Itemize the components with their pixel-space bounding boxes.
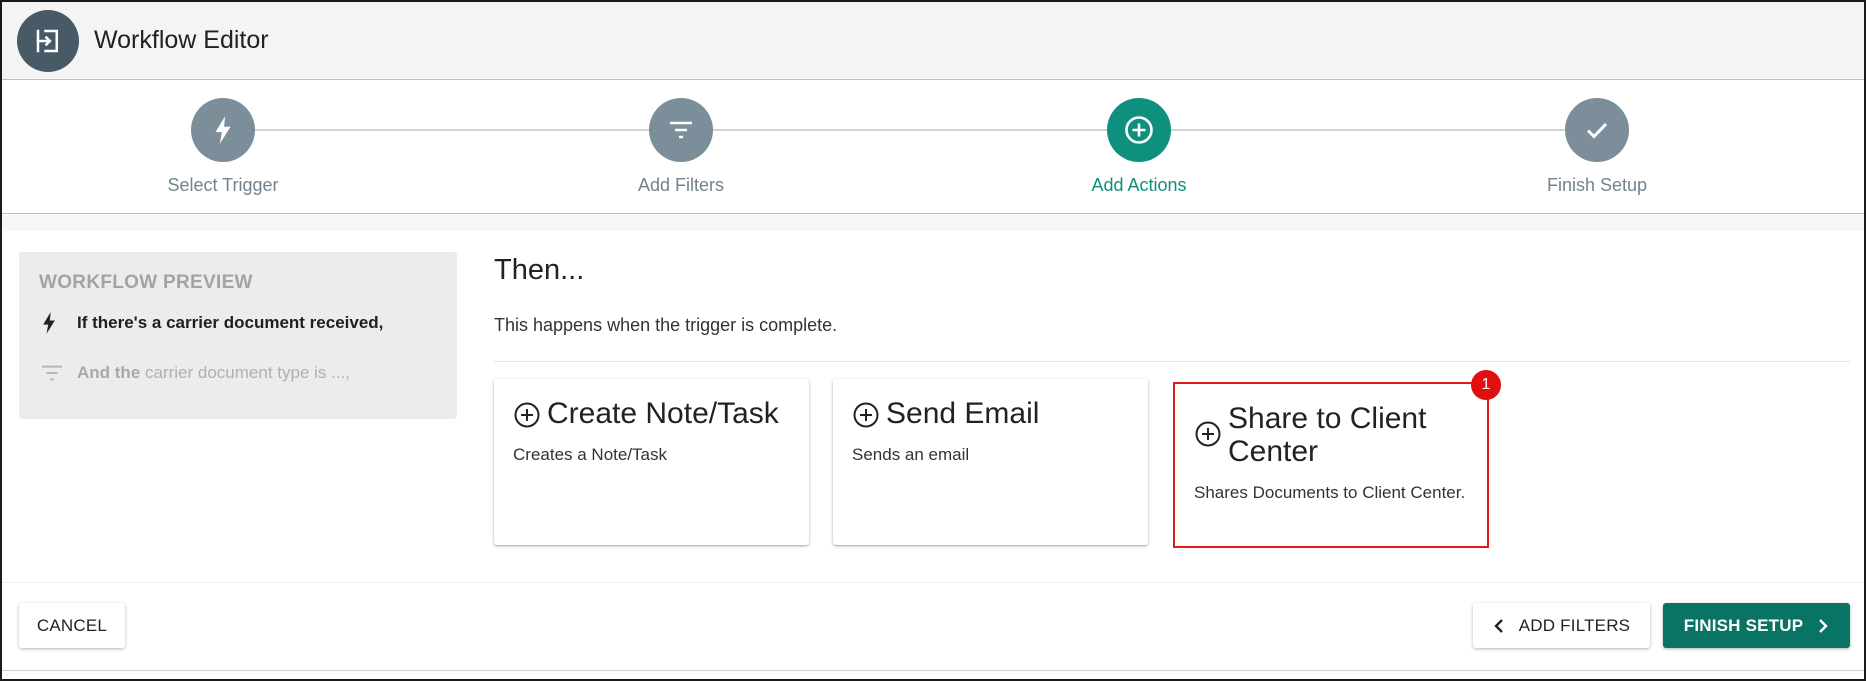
workflow-editor-window: Workflow Editor Select Trigger Add Filte… <box>0 0 1866 681</box>
preview-filter-row: And the carrier document type is ..., <box>39 358 437 388</box>
footer-divider <box>2 582 1864 583</box>
preview-trigger-row: If there's a carrier document received, <box>39 308 437 338</box>
action-card-send-email[interactable]: Send Email Sends an email <box>833 379 1148 545</box>
step-label: Finish Setup <box>1546 175 1648 195</box>
filter-icon <box>39 358 69 388</box>
bolt-icon <box>191 98 255 162</box>
preview-trigger-text: If there's a carrier document received, <box>77 313 384 332</box>
section-subtitle: This happens when the trigger is complet… <box>494 315 838 335</box>
card-description: Sends an email <box>852 445 970 464</box>
step-label: Add Actions <box>1091 175 1187 195</box>
chevron-right-icon <box>1819 618 1828 633</box>
section-spacer <box>2 215 1864 231</box>
step-select-trigger[interactable]: Select Trigger <box>113 98 333 196</box>
card-description: Creates a Note/Task <box>513 445 668 464</box>
add-circle-icon <box>1107 98 1171 162</box>
cancel-button-label: CANCEL <box>36 615 108 635</box>
add-circle-icon <box>853 402 879 428</box>
add-circle-icon <box>1195 421 1221 447</box>
step-add-actions[interactable]: Add Actions <box>1029 98 1249 196</box>
step-label: Add Filters <box>637 175 725 195</box>
cancel-button[interactable]: CANCEL <box>19 603 125 648</box>
back-to-add-filters-button[interactable]: ADD FILTERS <box>1473 603 1650 648</box>
header-bar: Workflow Editor <box>2 2 1864 80</box>
chevron-left-icon <box>1494 618 1503 633</box>
annotation-badge: 1 <box>1471 370 1501 400</box>
workflow-preview-panel: WORKFLOW PREVIEW If there's a carrier do… <box>19 252 457 419</box>
action-card-share-to-client-center[interactable]: Share to Client Center Shares Documents … <box>1173 370 1501 548</box>
check-icon <box>1565 98 1629 162</box>
workflow-stepper: Select Trigger Add Filters Add Actions F… <box>2 80 1864 214</box>
finish-button-label: FINISH SETUP <box>1683 615 1804 635</box>
add-circle-icon <box>514 402 540 428</box>
card-description: Shares Documents to Client Center. <box>1194 483 1466 502</box>
page-title: Workflow Editor <box>94 26 269 54</box>
footer-bottom-border <box>2 670 1864 671</box>
card-title: Create Note/Task <box>547 397 779 430</box>
exit-to-app-icon[interactable] <box>17 9 79 72</box>
preview-filter-text: And the carrier document type is ..., <box>77 363 350 383</box>
card-title: Share to Client Center <box>1228 402 1427 468</box>
bolt-icon <box>39 308 69 338</box>
preview-title: WORKFLOW PREVIEW <box>39 272 253 293</box>
finish-setup-button[interactable]: FINISH SETUP <box>1663 603 1850 648</box>
filter-icon <box>649 98 713 162</box>
stepper-connector-line <box>241 129 1581 131</box>
step-finish-setup[interactable]: Finish Setup <box>1487 98 1707 196</box>
card-title: Send Email <box>886 397 1040 430</box>
action-card-create-note-task[interactable]: Create Note/Task Creates a Note/Task <box>494 379 809 545</box>
section-title: Then... <box>494 254 585 286</box>
step-add-filters[interactable]: Add Filters <box>571 98 791 196</box>
preview-filter-prefix: And the <box>77 363 141 382</box>
section-divider <box>494 361 1850 362</box>
preview-filter-detail: carrier document type is ..., <box>140 363 351 382</box>
step-label: Select Trigger <box>167 175 279 195</box>
back-button-label: ADD FILTERS <box>1518 615 1631 635</box>
